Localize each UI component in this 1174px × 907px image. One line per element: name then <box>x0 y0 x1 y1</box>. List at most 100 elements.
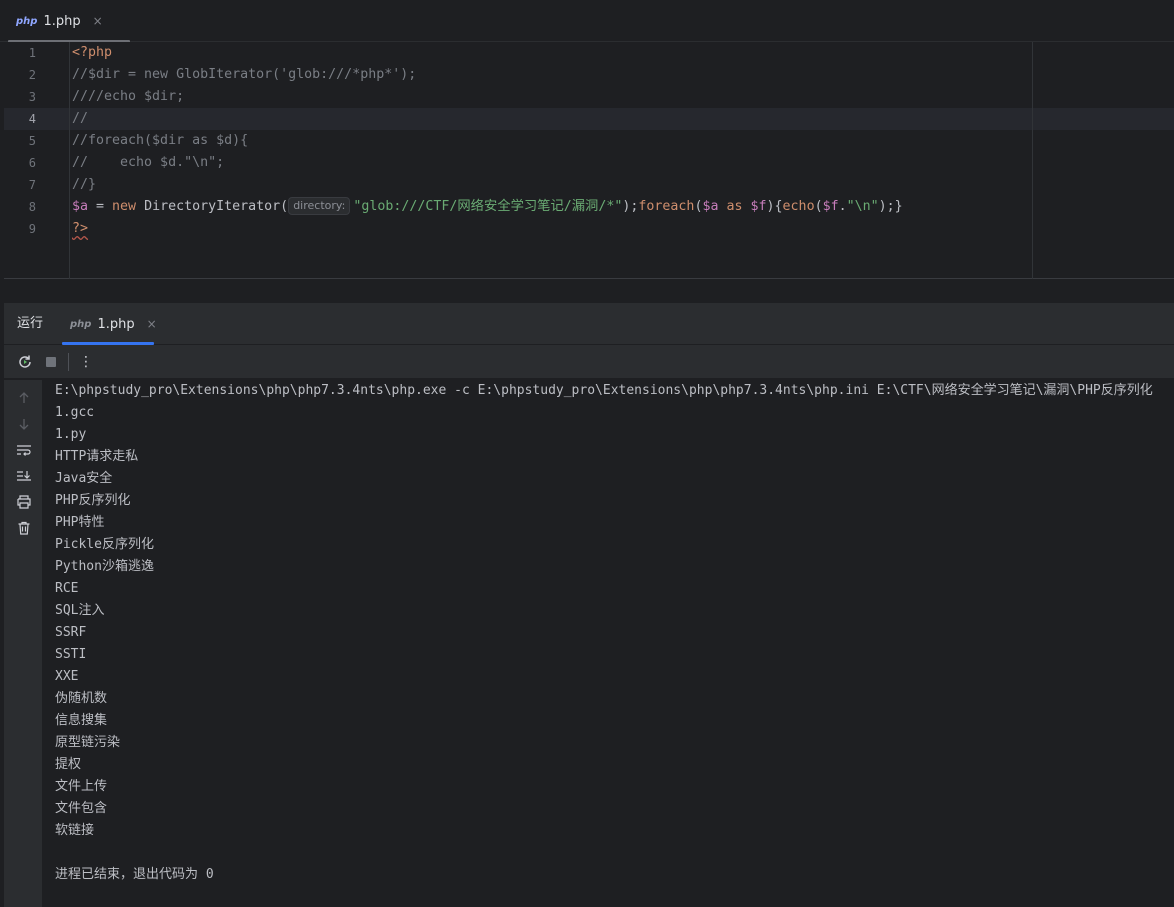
soft-wrap-button[interactable] <box>13 440 35 460</box>
more-vertical-icon: ⋮ <box>79 353 93 370</box>
code-token: //} <box>72 177 97 192</box>
console-line: 1.gcc <box>55 405 95 420</box>
right-margin-guide <box>1032 42 1033 279</box>
arrow-down-icon <box>19 419 29 430</box>
code-token: // <box>72 111 89 126</box>
code-token: DirectoryIterator( <box>136 199 289 214</box>
run-toolbar: ⋮ <box>4 345 1174 379</box>
line-number: 1 <box>28 46 36 60</box>
code-line: //$dir = new GlobIterator('glob:///*php*… <box>72 64 416 86</box>
code-token: foreach <box>638 199 695 214</box>
code-line: // <box>72 108 88 130</box>
console-line: 原型链污染 <box>55 735 121 750</box>
stop-icon <box>46 356 56 367</box>
code-line: <?php <box>72 42 112 64</box>
run-tab-1-php[interactable]: php 1.php × <box>62 303 157 345</box>
close-icon[interactable]: × <box>93 14 103 28</box>
code-token: $a <box>702 199 719 214</box>
run-panel-title: 运行 <box>17 316 44 331</box>
code-token: $a <box>72 199 89 214</box>
code-token: = <box>88 199 113 214</box>
console-line: Pickle反序列化 <box>55 537 154 552</box>
run-tab-label: 1.php <box>97 316 135 332</box>
code-line: // echo $d."\n"; <box>72 152 224 174</box>
console-line: E:\phpstudy_pro\Extensions\php\php7.3.4n… <box>55 383 1153 398</box>
close-icon[interactable]: × <box>147 317 157 331</box>
code-token: ////echo $dir; <box>72 89 185 104</box>
code-token: ){ <box>766 199 783 214</box>
code-line: $a = new DirectoryIterator(directory: "gl… <box>72 196 903 218</box>
console-line: SSRF <box>55 625 87 640</box>
code-line: //foreach($dir as $d){ <box>72 130 248 152</box>
printer-icon <box>17 495 31 509</box>
line-number: 5 <box>28 134 36 148</box>
line-number: 3 <box>28 90 36 104</box>
stop-button[interactable] <box>40 351 62 373</box>
console-line: RCE <box>55 581 79 596</box>
run-tool-window-header: 运行 php 1.php × <box>4 303 1174 345</box>
code-token: echo <box>782 199 815 214</box>
console-line: 文件上传 <box>55 779 108 794</box>
arrow-up-icon <box>19 392 29 403</box>
scroll-to-end-button[interactable] <box>13 466 35 486</box>
code-token: . <box>838 199 847 214</box>
line-number: 2 <box>28 68 36 82</box>
console-line: PHP反序列化 <box>55 493 131 508</box>
code-token: "glob:///CTF/网络安全学习笔记/漏洞/*" <box>353 199 623 214</box>
code-token: <?php <box>72 45 113 60</box>
console-line: Java安全 <box>55 471 113 486</box>
console-output[interactable]: E:\phpstudy_pro\Extensions\php\php7.3.4n… <box>43 380 1174 907</box>
code-line: ?> <box>72 218 88 240</box>
console-line: Python沙箱逃逸 <box>55 559 154 574</box>
code-editor[interactable]: 1 2 3 4 5 6 7 8 9 <?php //$dir = new GlobIterator… <box>4 42 1174 279</box>
code-token: ( <box>814 199 823 214</box>
code-token: $f <box>822 199 839 214</box>
line-number-gutter: 1 2 3 4 5 6 7 8 9 <box>4 42 70 279</box>
console-line: 信息搜集 <box>55 713 108 728</box>
code-token: ?> <box>72 221 89 236</box>
code-token: new <box>112 199 137 214</box>
clear-all-button[interactable] <box>13 518 35 538</box>
console-line: 软链接 <box>55 823 95 838</box>
code-token: //$dir = new GlobIterator('glob:///*php*… <box>72 67 417 82</box>
line-number: 7 <box>28 178 36 192</box>
run-side-toolbar <box>4 380 42 907</box>
php-file-icon: php <box>16 15 38 27</box>
toolbar-separator <box>68 352 69 371</box>
editor-spacer <box>4 280 1174 303</box>
line-number: 8 <box>28 200 36 214</box>
console-line: 文件包含 <box>55 801 108 816</box>
console-line: 提权 <box>55 757 82 772</box>
scroll-down-button[interactable] <box>13 414 35 434</box>
code-token: ); <box>622 199 639 214</box>
soft-wrap-icon <box>17 445 31 456</box>
more-button[interactable]: ⋮ <box>75 351 97 373</box>
rerun-button[interactable] <box>14 351 36 373</box>
code-token: as <box>726 199 743 214</box>
code-token: );} <box>878 199 903 214</box>
editor-tab-1-php[interactable]: php 1.php × <box>8 0 130 43</box>
trash-icon <box>18 521 30 535</box>
scroll-up-button[interactable] <box>13 388 35 408</box>
rerun-icon <box>19 355 31 368</box>
console-line: 1.py <box>55 427 87 442</box>
line-number: 6 <box>28 156 36 170</box>
console-line: XXE <box>55 669 79 684</box>
parameter-hint: directory: <box>288 197 351 215</box>
code-token: // echo $d."\n"; <box>72 155 225 170</box>
code-line: ////echo $dir; <box>72 86 184 108</box>
print-button[interactable] <box>13 492 35 512</box>
scroll-to-end-icon <box>17 471 31 481</box>
console-line: 进程已结束，退出代码为 0 <box>55 867 214 882</box>
code-token: //foreach($dir as $d){ <box>72 133 249 148</box>
line-number: 9 <box>28 222 36 236</box>
code-token: "\n" <box>846 199 879 214</box>
code-token: $f <box>750 199 767 214</box>
editor-tab-bar: php 1.php × <box>0 0 1174 43</box>
console-line: PHP特性 <box>55 515 105 530</box>
console-line: HTTP请求走私 <box>55 449 139 464</box>
console-line: SSTI <box>55 647 87 662</box>
line-number: 4 <box>28 112 36 126</box>
console-line: 伪随机数 <box>55 691 108 706</box>
